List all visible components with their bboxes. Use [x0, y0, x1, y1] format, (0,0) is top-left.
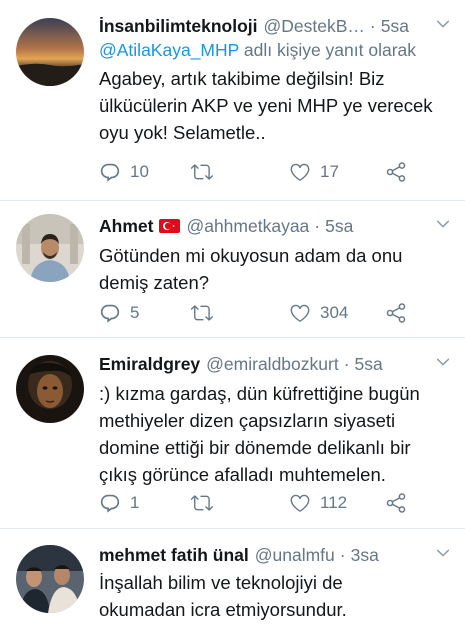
display-name[interactable]: Ahmet	[99, 216, 153, 237]
avatar[interactable]	[16, 355, 84, 423]
share-icon	[385, 302, 407, 324]
tweet-actions: 5 304	[99, 301, 425, 325]
reply-count: 1	[130, 493, 140, 512]
tweet-text-line: ülkücülerin AKP ve yeni MHP ye verecek	[99, 95, 433, 116]
tweet-text-line: domine ettiği bir dönemde delikanlı bir	[99, 437, 411, 458]
tweet-header: Emiraldgrey @emiraldbozkurt · 5sa	[99, 352, 451, 376]
reply-count: 5	[130, 303, 140, 322]
retweet-icon	[191, 492, 213, 514]
avatar[interactable]	[16, 18, 84, 86]
tweet-3[interactable]: Emiraldgrey @emiraldbozkurt · 5sa :) kız…	[0, 338, 465, 528]
reply-icon	[99, 302, 121, 324]
reply-button[interactable]: 1	[99, 491, 139, 515]
separator-dot: ·	[339, 544, 346, 565]
sunset-avatar-image	[16, 18, 84, 86]
heart-icon	[289, 161, 311, 183]
retweet-icon	[191, 161, 213, 183]
tweet-4[interactable]: mehmet fatih ünal @unalmfu · 3sa İnşalla…	[0, 529, 465, 624]
heart-icon	[289, 492, 311, 514]
tweet-text-line: İnşallah bilim ve teknolojiyi de	[99, 572, 343, 593]
share-icon	[385, 161, 407, 183]
tweet-text: Götünden mi okuyosun adam da onu demiş z…	[99, 242, 451, 296]
retweet-icon	[191, 302, 213, 324]
share-button[interactable]	[385, 160, 407, 184]
user-handle[interactable]: @unalmfu	[255, 545, 335, 566]
tweet-text-line: demiş zaten?	[99, 272, 210, 293]
group-photo-avatar-image	[16, 545, 84, 613]
user-handle[interactable]: @emiraldbozkurt	[206, 354, 339, 375]
tweet-text-line: okumadan icra etmiyorsundur.	[99, 599, 347, 620]
tweet-1[interactable]: İnsanbilimteknoloji @DestekB… · 5sa @Ati…	[0, 0, 465, 200]
tweet-2[interactable]: Ahmet @ahhmetkayaa · 5sa Götünden mi oku…	[0, 201, 465, 337]
tweet-actions: 1 112	[99, 491, 425, 515]
turkey-flag-icon	[159, 219, 181, 233]
share-icon	[385, 492, 407, 514]
tweet-text: Agabey, artık takibime değilsin! Biz ülk…	[99, 65, 451, 146]
tweet-text-line: Agabey, artık takibime değilsin! Biz	[99, 68, 385, 89]
separator-dot: ·	[369, 15, 376, 36]
reply-context-label: adlı kişiye yanıt olarak	[239, 40, 417, 60]
reply-icon	[99, 492, 121, 514]
like-count: 304	[320, 303, 349, 322]
like-button[interactable]: 17	[289, 160, 339, 184]
reply-context: @AtilaKaya_MHP adlı kişiye yanıt olarak	[99, 40, 451, 61]
display-name[interactable]: Emiraldgrey	[99, 354, 200, 375]
reply-button[interactable]: 5	[99, 301, 139, 325]
chevron-down-icon[interactable]	[435, 216, 451, 232]
heart-icon	[289, 302, 311, 324]
retweet-button[interactable]	[191, 301, 213, 325]
tweet-header: Ahmet @ahhmetkayaa · 5sa	[99, 214, 451, 238]
tweet-header: İnsanbilimteknoloji @DestekB… · 5sa	[99, 14, 451, 38]
like-count: 112	[320, 493, 348, 512]
chevron-down-icon[interactable]	[435, 16, 451, 32]
reply-icon	[99, 161, 121, 183]
like-button[interactable]: 304	[289, 301, 348, 325]
separator-dot: ·	[343, 353, 350, 374]
reply-button[interactable]: 10	[99, 160, 149, 184]
tweet-text-line: methiyeler dizen çapsızların siyaseti	[99, 410, 396, 431]
tweet-text-line: çıkış görünce afalladı muhtemelen.	[99, 464, 386, 485]
share-button[interactable]	[385, 491, 407, 515]
dark-portrait-avatar-image	[16, 355, 84, 423]
timestamp[interactable]: 5sa	[325, 216, 353, 237]
tweet-actions: 10 17	[99, 160, 425, 184]
like-count: 17	[320, 162, 339, 181]
tweet-text: İnşallah bilim ve teknolojiyi de okumada…	[99, 569, 451, 623]
tweet-text: :) kızma gardaş, dün küfrettiğine bugün …	[99, 380, 451, 488]
timestamp[interactable]: 5sa	[381, 16, 409, 37]
display-name[interactable]: İnsanbilimteknoloji	[99, 16, 258, 37]
chevron-down-icon[interactable]	[435, 545, 451, 561]
tweet-header: mehmet fatih ünal @unalmfu · 3sa	[99, 543, 451, 567]
timestamp[interactable]: 5sa	[355, 354, 383, 375]
reply-count: 10	[130, 162, 149, 181]
man-portrait-avatar-image	[16, 214, 84, 282]
retweet-button[interactable]	[191, 491, 213, 515]
display-name[interactable]: mehmet fatih ünal	[99, 545, 249, 566]
avatar[interactable]	[16, 545, 84, 613]
separator-dot: ·	[314, 215, 321, 236]
like-button[interactable]: 112	[289, 491, 347, 515]
avatar[interactable]	[16, 214, 84, 282]
user-handle[interactable]: @ahhmetkayaa	[186, 216, 309, 237]
tweet-text-line: oyu yok! Selametle..	[99, 122, 266, 143]
timestamp[interactable]: 3sa	[351, 545, 379, 566]
tweet-text-line: Götünden mi okuyosun adam da onu	[99, 245, 403, 266]
tweet-text-line: :) kızma gardaş, dün küfrettiğine bugün	[99, 383, 420, 404]
reply-mention-link[interactable]: @AtilaKaya_MHP	[99, 40, 239, 60]
share-button[interactable]	[385, 301, 407, 325]
user-handle[interactable]: @DestekB…	[264, 16, 365, 37]
chevron-down-icon[interactable]	[435, 354, 451, 370]
retweet-button[interactable]	[191, 160, 213, 184]
